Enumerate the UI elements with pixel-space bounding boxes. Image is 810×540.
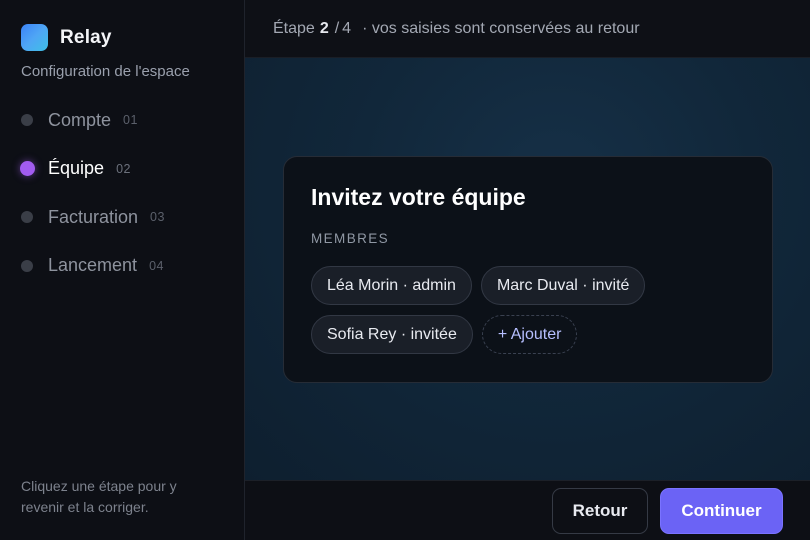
- brand: Relay: [21, 24, 112, 51]
- step-number: 04: [149, 258, 164, 273]
- member-chip[interactable]: Marc Duval · invité: [480, 266, 646, 305]
- step-dot-active-icon: [19, 161, 35, 176]
- step-list: Compte 01 Équipe 02 Facturation 03 Lance…: [19, 104, 165, 298]
- brand-name: Relay: [60, 26, 112, 48]
- app-window: Relay Configuration de l'espace Compte 0…: [0, 0, 810, 540]
- members-label: MEMBRES: [311, 231, 390, 246]
- member-chip-list: Léa Morin · admin Marc Duval · invité So…: [311, 266, 751, 364]
- step-separator: /: [334, 19, 340, 37]
- relay-logo-icon: [21, 24, 48, 51]
- sidebar-hint: Cliquez une étape pour y revenir et la c…: [21, 478, 177, 515]
- step-label: Facturation: [48, 206, 139, 227]
- sidebar: Relay Configuration de l'espace Compte 0…: [0, 0, 245, 540]
- add-member-button[interactable]: + Ajouter: [481, 315, 578, 354]
- content-area: Invitez votre équipe MEMBRES Léa Morin ·…: [245, 58, 810, 480]
- member-chip[interactable]: Léa Morin · admin: [311, 266, 472, 305]
- brand-subtitle: Configuration de l'espace: [21, 63, 190, 80]
- footer-actions: Retour Continuer: [245, 480, 810, 540]
- step-number: 02: [116, 161, 131, 176]
- step-label: Équipe: [48, 158, 105, 178]
- step-number: 01: [123, 113, 138, 127]
- main-panel: Étape 2 / 4 · vos saisies sont conservée…: [245, 0, 810, 540]
- step-item-facturation[interactable]: Facturation 03: [21, 201, 165, 233]
- step-number: 03: [150, 210, 165, 224]
- card-title: Invitez votre équipe: [311, 184, 526, 210]
- step-item-compte[interactable]: Compte 01: [21, 104, 165, 136]
- step-prefix: Étape: [273, 19, 315, 37]
- step-item-lancement[interactable]: Lancement 04: [21, 250, 165, 282]
- continue-button[interactable]: Continuer: [660, 488, 783, 534]
- step-label: Compte: [48, 109, 112, 130]
- progress-hint: · vos saisies sont conservées au retour: [362, 19, 640, 37]
- step-dot-icon: [21, 114, 33, 126]
- total-steps: 4: [342, 19, 352, 37]
- member-chip[interactable]: Sofia Rey · invitée: [311, 315, 473, 354]
- step-dot-icon: [21, 259, 33, 272]
- step-progress-bar: Étape 2 / 4 · vos saisies sont conservée…: [245, 0, 810, 58]
- current-step: 2: [319, 19, 329, 37]
- step-dot-icon: [21, 211, 33, 223]
- invite-team-card: Invitez votre équipe MEMBRES Léa Morin ·…: [283, 156, 773, 383]
- step-label: Lancement: [48, 255, 138, 275]
- back-button[interactable]: Retour: [552, 488, 648, 534]
- step-item-equipe[interactable]: Équipe 02: [19, 153, 165, 185]
